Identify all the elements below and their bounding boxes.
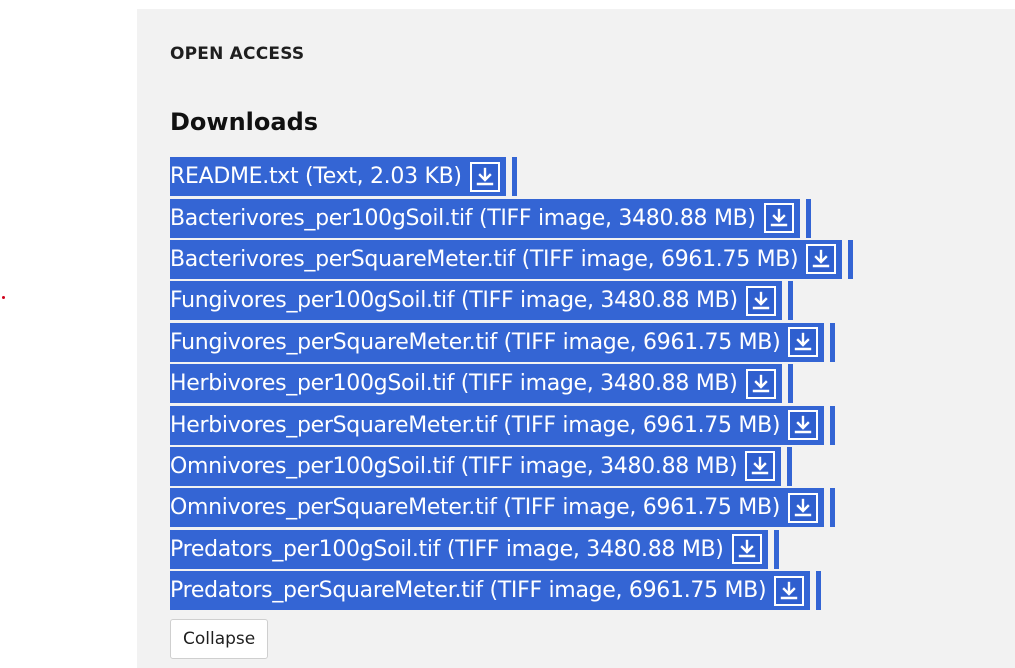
download-icon[interactable] (788, 492, 819, 523)
file-link[interactable]: Predators_perSquareMeter.tif (TIFF image… (170, 578, 767, 603)
file-link[interactable]: Herbivores_per100gSoil.tif (TIFF image, … (170, 371, 738, 396)
file-selection: Omnivores_per100gSoil.tif (TIFF image, 3… (170, 446, 782, 486)
collapse-button[interactable]: Collapse (170, 619, 269, 659)
access-label: OPEN ACCESS (170, 44, 305, 64)
file-link[interactable]: Bacterivores_per100gSoil.tif (TIFF image… (170, 206, 756, 231)
selection-trail (773, 529, 779, 569)
selection-trail (787, 281, 793, 321)
file-row: Predators_perSquareMeter.tif (TIFF image… (170, 570, 853, 611)
download-icon[interactable] (469, 161, 500, 192)
file-selection: Fungivores_perSquareMeter.tif (TIFF imag… (170, 322, 825, 362)
selection-trail (830, 405, 836, 445)
selection-trail (787, 446, 793, 486)
file-selection: Herbivores_perSquareMeter.tif (TIFF imag… (170, 405, 825, 445)
file-link[interactable]: Herbivores_perSquareMeter.tif (TIFF imag… (170, 413, 780, 438)
file-row: Herbivores_perSquareMeter.tif (TIFF imag… (170, 404, 853, 445)
file-selection: Predators_perSquareMeter.tif (TIFF image… (170, 571, 811, 611)
selection-trail (816, 571, 822, 611)
file-row: Omnivores_perSquareMeter.tif (TIFF image… (170, 487, 853, 528)
file-row: README.txt (Text, 2.03 KB) (170, 156, 853, 197)
file-link[interactable]: Bacterivores_perSquareMeter.tif (TIFF im… (170, 247, 799, 272)
downloads-panel: OPEN ACCESS Downloads README.txt (Text, … (137, 9, 1015, 668)
file-row: Predators_per100gSoil.tif (TIFF image, 3… (170, 529, 853, 570)
file-row: Herbivores_per100gSoil.tif (TIFF image, … (170, 363, 853, 404)
file-selection: Omnivores_perSquareMeter.tif (TIFF image… (170, 488, 825, 528)
download-icon[interactable] (774, 575, 805, 606)
file-selection: Bacterivores_perSquareMeter.tif (TIFF im… (170, 239, 843, 279)
download-icon[interactable] (788, 410, 819, 441)
file-row: Bacterivores_per100gSoil.tif (TIFF image… (170, 197, 853, 238)
downloads-heading: Downloads (170, 108, 319, 136)
download-icon[interactable] (731, 534, 762, 565)
file-selection: Fungivores_per100gSoil.tif (TIFF image, … (170, 281, 782, 321)
marker-dot (2, 296, 5, 299)
download-icon[interactable] (745, 285, 776, 316)
file-selection: Predators_per100gSoil.tif (TIFF image, 3… (170, 529, 768, 569)
file-row: Fungivores_per100gSoil.tif (TIFF image, … (170, 280, 853, 321)
file-row: Omnivores_per100gSoil.tif (TIFF image, 3… (170, 446, 853, 487)
file-row: Fungivores_perSquareMeter.tif (TIFF imag… (170, 322, 853, 363)
download-icon[interactable] (806, 244, 837, 275)
file-link[interactable]: Predators_per100gSoil.tif (TIFF image, 3… (170, 537, 724, 562)
file-selection: Bacterivores_per100gSoil.tif (TIFF image… (170, 198, 800, 238)
file-list: README.txt (Text, 2.03 KB) Bacterivores_… (170, 156, 854, 611)
download-icon[interactable] (763, 203, 794, 234)
download-icon[interactable] (788, 327, 819, 358)
selection-trail (511, 157, 517, 197)
selection-trail (848, 239, 854, 279)
file-link[interactable]: Fungivores_perSquareMeter.tif (TIFF imag… (170, 330, 781, 355)
selection-trail (830, 322, 836, 362)
selection-trail (830, 488, 836, 528)
file-selection: README.txt (Text, 2.03 KB) (170, 157, 506, 197)
download-icon[interactable] (745, 451, 776, 482)
file-link[interactable]: Fungivores_per100gSoil.tif (TIFF image, … (170, 288, 738, 313)
file-link[interactable]: Omnivores_per100gSoil.tif (TIFF image, 3… (170, 454, 738, 479)
selection-trail (787, 364, 793, 404)
download-icon[interactable] (745, 368, 776, 399)
selection-trail (805, 198, 811, 238)
file-link[interactable]: Omnivores_perSquareMeter.tif (TIFF image… (170, 495, 780, 520)
file-selection: Herbivores_per100gSoil.tif (TIFF image, … (170, 364, 782, 404)
file-link[interactable]: README.txt (Text, 2.03 KB) (170, 164, 462, 189)
file-row: Bacterivores_perSquareMeter.tif (TIFF im… (170, 239, 854, 280)
